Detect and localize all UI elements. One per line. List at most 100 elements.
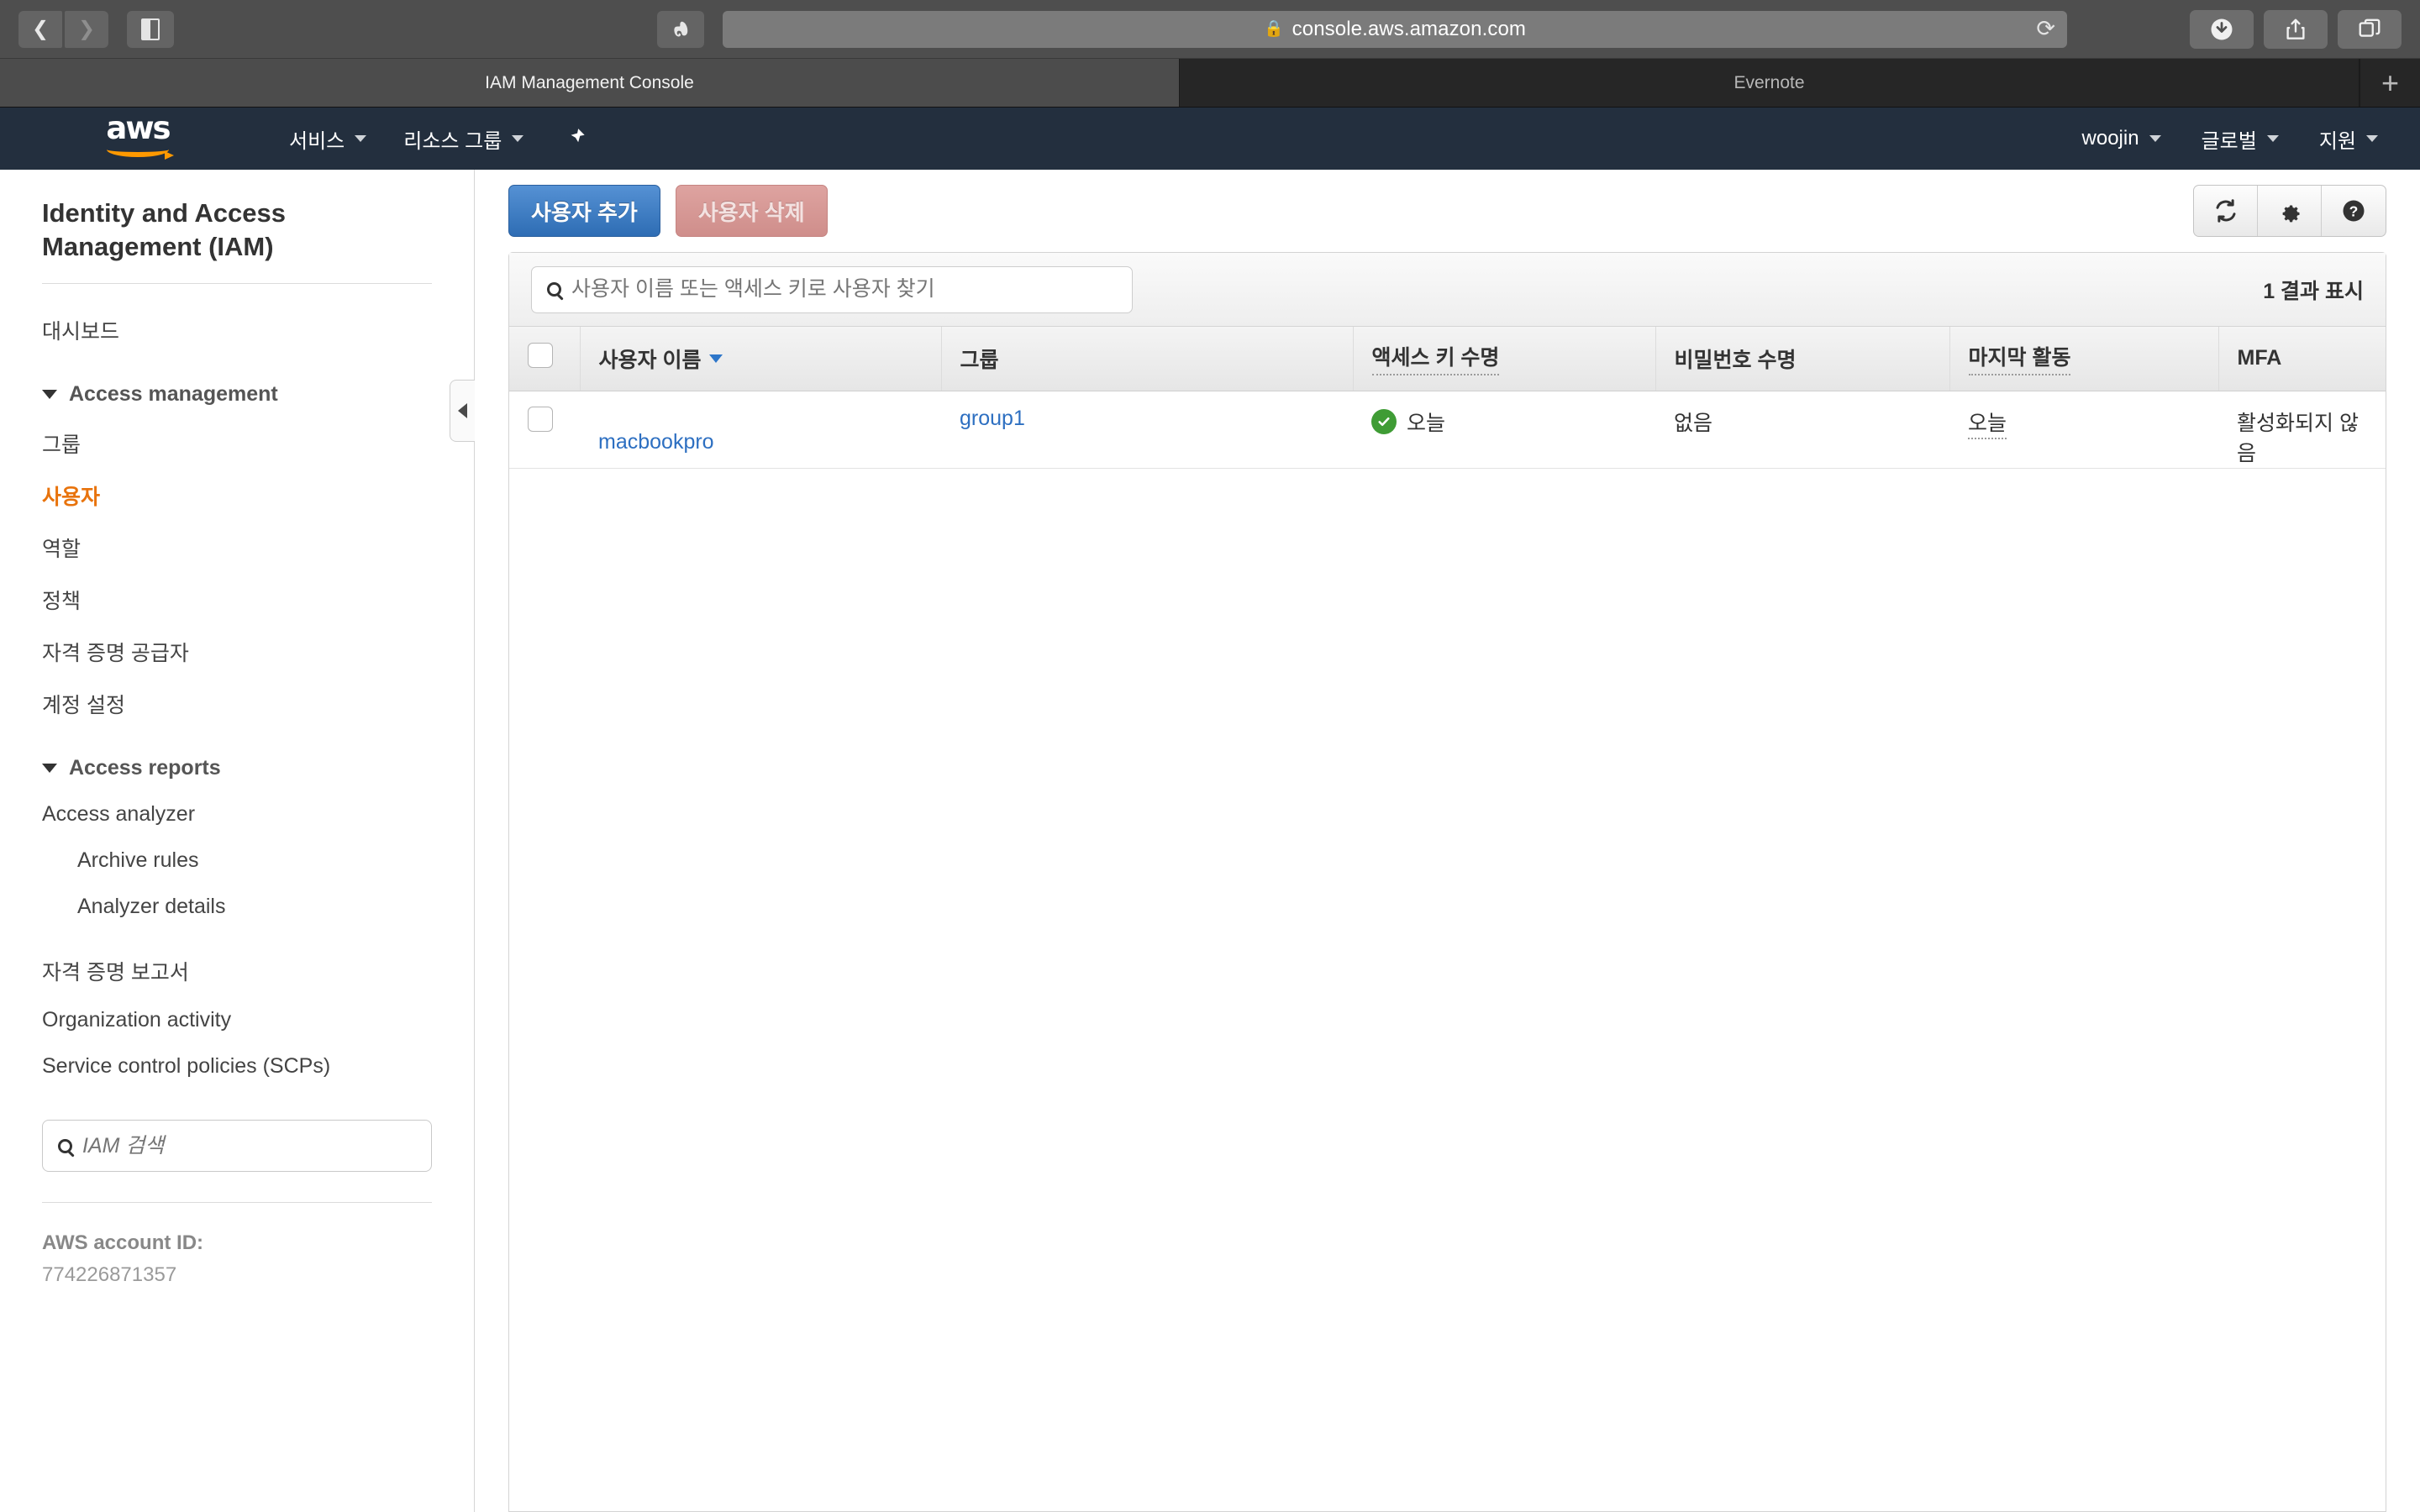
add-user-button[interactable]: 사용자 추가 <box>508 185 660 237</box>
account-id-label: AWS account ID: <box>42 1231 204 1255</box>
refresh-glyph <box>2216 199 2235 223</box>
sidebar-item-1[interactable]: Access management <box>0 371 474 417</box>
sidebar-item-5[interactable]: 정책 <box>0 574 474 626</box>
sidebar-item-13[interactable]: Organization activity <box>0 997 474 1043</box>
sidebar-item-0[interactable]: 대시보드 <box>0 304 474 356</box>
sidebar-item-9[interactable]: Access analyzer <box>0 791 474 837</box>
table-row[interactable]: macbookpro group1 오늘 없음 오늘 활성화되지 않음 <box>509 391 2386 469</box>
aws-logo[interactable]: aws <box>74 113 202 160</box>
help-icon[interactable]: ? <box>2322 186 2386 236</box>
pin-icon[interactable] <box>566 126 587 151</box>
column-label-username: 사용자 이름 <box>598 348 702 372</box>
column-header-group[interactable]: 그룹 <box>941 327 1354 391</box>
address-bar[interactable]: 🔒 console.aws.amazon.com ⟳ <box>723 10 2067 48</box>
access-key-age-value: 오늘 <box>1407 411 1446 435</box>
nav-resource-groups[interactable]: 리소스 그룹 <box>385 108 542 170</box>
browser-toolbar: ❮ ❯ 🔒 console.aws.amazon.com ⟳ <box>0 0 2420 59</box>
share-icon[interactable] <box>2264 9 2328 49</box>
iam-search-input[interactable] <box>82 1133 416 1158</box>
select-all-checkbox[interactable] <box>528 343 553 369</box>
sidebar-item-3[interactable]: 사용자 <box>0 470 474 522</box>
result-count: 1 결과 표시 <box>2263 279 2364 303</box>
nav-account-menu[interactable]: woojin <box>2064 127 2180 150</box>
browser-tab-iam[interactable]: IAM Management Console <box>0 59 1180 107</box>
nav-region-menu[interactable]: 글로벌 <box>2183 124 2297 154</box>
column-label-password-age: 비밀번호 수명 <box>1674 348 1797 372</box>
sidebar-search-wrap <box>0 1089 474 1173</box>
sidebar-collapse-toggle[interactable] <box>450 380 475 442</box>
column-header-password-age[interactable]: 비밀번호 수명 <box>1655 327 1950 391</box>
sidebar-item-label: 대시보드 <box>42 320 120 344</box>
row-checkbox[interactable] <box>528 406 553 432</box>
bell-icon[interactable] <box>2023 124 2060 153</box>
check-circle-icon <box>1371 408 1397 434</box>
forward-arrow-icon[interactable]: ❯ <box>65 10 108 48</box>
users-table-head: 사용자 이름 그룹 액세스 키 수명 비밀번호 수명 마지막 활동 MFA <box>509 327 2386 391</box>
column-label-group: 그룹 <box>960 348 999 372</box>
group-link[interactable]: group1 <box>960 407 1025 430</box>
gear-icon[interactable] <box>2258 186 2322 236</box>
sidebar-item-label: Organization activity <box>42 1008 232 1032</box>
sidebar-item-12[interactable]: 자격 증명 보고서 <box>0 945 474 997</box>
sidebar-item-14[interactable]: Service control policies (SCPs) <box>0 1043 474 1089</box>
sidebar-item-label: 자격 증명 보고서 <box>42 961 189 985</box>
user-link[interactable]: macbookpro <box>598 430 714 454</box>
last-activity-value: 오늘 <box>1968 411 2007 439</box>
aws-smile-icon <box>107 142 174 160</box>
aws-account-block: AWS account ID: 774226871357 <box>0 1203 474 1287</box>
sidebar-item-7[interactable]: 계정 설정 <box>0 678 474 730</box>
cell-last-activity: 오늘 <box>1949 391 2218 469</box>
chevron-down-icon <box>2149 135 2161 142</box>
caret-down-icon <box>42 764 57 774</box>
toolbar-icon-group: ? <box>2193 185 2386 237</box>
tab-overview-icon[interactable] <box>2338 9 2402 49</box>
lock-icon: 🔒 <box>1263 20 1284 38</box>
refresh-icon[interactable] <box>2194 186 2258 236</box>
column-header-username[interactable]: 사용자 이름 <box>580 327 942 391</box>
evernote-extension-icon[interactable] <box>657 10 704 48</box>
iam-search-box[interactable] <box>42 1120 432 1173</box>
chevron-down-icon <box>512 135 524 142</box>
column-header-mfa[interactable]: MFA <box>2218 327 2386 391</box>
nav-support-menu[interactable]: 지원 <box>2301 124 2396 154</box>
sidebar-nav: 대시보드 Access management 그룹사용자 역할정책자격 증명 공급자 계… <box>0 284 474 1089</box>
sidebar-item-2[interactable]: 그룹 <box>0 417 474 470</box>
new-tab-button[interactable]: + <box>2360 59 2420 107</box>
chevron-down-icon <box>355 135 367 142</box>
delete-user-button[interactable]: 사용자 삭제 <box>675 185 828 237</box>
sidebar-item-label: Analyzer details <box>77 895 226 919</box>
aws-global-nav: aws 서비스 리소스 그룹 woojin 글로벌 지원 <box>0 108 2420 170</box>
sidebar-item-label: 정책 <box>42 590 82 614</box>
sidebar-item-6[interactable]: 자격 증명 공급자 <box>0 626 474 678</box>
sidebar-item-10[interactable]: Archive rules <box>0 837 474 884</box>
user-find-input[interactable] <box>571 277 1117 302</box>
download-icon[interactable] <box>2190 9 2254 49</box>
tab-strip: IAM Management Console Evernote + <box>0 59 2420 108</box>
sidebar-item-8[interactable]: Access reports <box>0 745 474 791</box>
table-header-row: 사용자 이름 그룹 액세스 키 수명 비밀번호 수명 마지막 활동 MFA <box>509 327 2386 391</box>
cell-group: group1 <box>941 391 1353 469</box>
row-select-cell[interactable] <box>509 391 580 469</box>
sidebar-item-label: 그룹 <box>42 433 82 458</box>
select-all-header[interactable] <box>509 327 581 391</box>
users-panel: 1 결과 표시 <box>508 252 2386 1512</box>
sidebar-toggle-icon[interactable] <box>127 10 174 48</box>
aws-nav-right: woojin 글로벌 지원 <box>2023 124 2396 154</box>
share-glyph <box>2286 18 2305 39</box>
column-header-access-key-age[interactable]: 액세스 키 수명 <box>1353 327 1656 391</box>
help-glyph: ? <box>2343 200 2365 222</box>
back-arrow-icon[interactable]: ❮ <box>18 10 62 48</box>
sidebar-item-label: Access analyzer <box>42 802 196 827</box>
nav-region-label: 글로벌 <box>2201 129 2257 153</box>
nav-services[interactable]: 서비스 <box>271 108 385 170</box>
column-header-last-activity[interactable]: 마지막 활동 <box>1949 327 2219 391</box>
download-glyph <box>2211 18 2233 39</box>
sidebar-item-11[interactable]: Analyzer details <box>0 884 474 930</box>
user-find-box[interactable] <box>531 265 1133 313</box>
reload-icon[interactable]: ⟳ <box>2036 18 2055 40</box>
sidebar-item-label: Archive rules <box>77 848 199 873</box>
browser-right-buttons <box>2190 9 2402 49</box>
browser-tab-evernote[interactable]: Evernote <box>1180 59 2360 107</box>
check-glyph <box>1378 417 1390 426</box>
sidebar-item-4[interactable]: 역할 <box>0 522 474 574</box>
